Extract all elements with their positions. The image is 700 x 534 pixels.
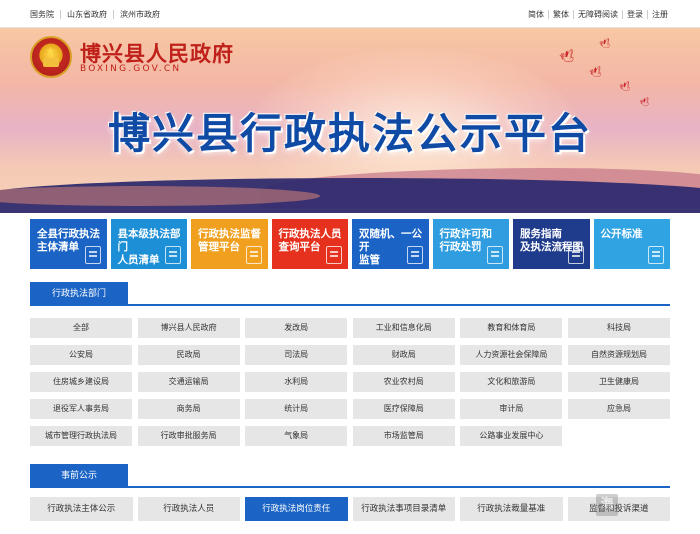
edit-icon <box>487 246 503 264</box>
dept-item[interactable]: 财政局 <box>352 345 455 365</box>
dept-item[interactable]: 全部 <box>30 318 132 338</box>
dept-item[interactable]: 审计局 <box>460 399 563 419</box>
site-domain: BOXING.GOV.CN <box>80 64 182 74</box>
tile-staff-query[interactable]: 行政执法人员 查询平台 <box>271 219 348 269</box>
public-tab[interactable]: 行政执法人员 <box>137 497 240 521</box>
search-document-icon <box>326 246 342 264</box>
tile-enforcement-subjects[interactable]: 全县行政执法 主体清单 <box>30 219 107 269</box>
watermark-logo: 海 <box>596 494 660 518</box>
dept-item[interactable]: 自然资源规划局 <box>567 345 670 365</box>
flowchart-icon <box>567 246 584 264</box>
tile-random-inspection[interactable]: 双随机、一公开 监管 <box>352 219 429 269</box>
dept-item[interactable]: 气象局 <box>245 426 348 446</box>
link-accessibility[interactable]: 无障碍阅读 <box>573 10 622 19</box>
public-section-title: 事前公示 <box>30 464 128 488</box>
dept-item[interactable]: 公路事业发展中心 <box>460 426 563 446</box>
national-emblem-icon: ★ <box>30 36 72 78</box>
top-left-links: 国务院 山东省政府 滨州市政府 <box>30 10 166 19</box>
dept-item[interactable]: 退役军人事务局 <box>30 399 132 419</box>
dept-item[interactable]: 交通运输局 <box>137 372 240 392</box>
dept-item[interactable]: 公安局 <box>30 345 132 365</box>
top-bar: 国务院 山东省政府 滨州市政府 简体 繁体 无障碍阅读 登录 注册 <box>0 0 700 28</box>
layers-icon <box>406 246 423 264</box>
tile-service-guide[interactable]: 服务指南 及执法流程图 <box>513 219 590 269</box>
dept-item[interactable]: 市场监管局 <box>352 426 455 446</box>
public-section-header: 事前公示 <box>30 464 670 488</box>
dept-item[interactable]: 司法局 <box>245 345 348 365</box>
dept-item[interactable]: 应急局 <box>567 399 670 419</box>
dept-item[interactable]: 工业和信息化局 <box>352 318 455 338</box>
document-icon <box>165 246 181 264</box>
tile-label: 公开标准 <box>600 228 643 240</box>
dept-item[interactable]: 商务局 <box>137 399 240 419</box>
top-right-links: 简体 繁体 无障碍阅读 登录 注册 <box>524 10 672 19</box>
tile-disclosure-standard[interactable]: 公开标准 <box>593 219 670 269</box>
document-icon <box>84 246 101 264</box>
dept-item[interactable]: 城市管理行政执法局 <box>30 426 132 446</box>
dept-item[interactable]: 科技局 <box>567 318 670 338</box>
monitor-icon <box>245 246 262 264</box>
public-tab[interactable]: 行政执法岗位责任 <box>245 497 348 521</box>
dept-item[interactable]: 博兴县人民政府 <box>137 318 240 338</box>
dept-item[interactable]: 统计局 <box>245 399 348 419</box>
dept-section-header: 行政执法部门 <box>30 282 670 306</box>
tile-supervision-platform[interactable]: 行政执法监督 管理平台 <box>191 219 268 269</box>
public-tab[interactable]: 行政执法事项目录清单 <box>352 497 455 521</box>
watermark-char: 海 <box>596 494 618 516</box>
link-simplified[interactable]: 简体 <box>524 10 548 19</box>
dept-item[interactable]: 卫生健康局 <box>567 372 670 392</box>
bird-icon: 🕊 <box>618 81 633 95</box>
dept-item[interactable]: 医疗保障局 <box>352 399 455 419</box>
dept-section-title: 行政执法部门 <box>30 282 128 306</box>
header-banner: ★ 博兴县人民政府 BOXING.GOV.CN 博兴县行政执法公示平台 🕊 🕊 … <box>0 28 700 213</box>
link-binzhou-gov[interactable]: 滨州市政府 <box>113 10 166 19</box>
dept-item[interactable]: 文化和旅游局 <box>460 372 563 392</box>
public-tabs: 行政执法主体公示 行政执法人员 行政执法岗位责任 行政执法事项目录清单 行政执法裁量基准… <box>30 497 670 521</box>
dept-item[interactable]: 水利局 <box>245 372 348 392</box>
dept-item[interactable]: 人力资源社会保障局 <box>460 345 563 365</box>
dept-grid: 全部 博兴县人民政府 发改局 工业和信息化局 教育和体育局 科技局公安局 民政局 司法局 财政局… <box>30 318 670 446</box>
bird-icon: 🕊 <box>588 66 605 81</box>
tile-license-penalty[interactable]: 行政许可和 行政处罚 <box>432 219 509 269</box>
tile-label: 行政许可和 行政处罚 <box>439 228 493 253</box>
dept-item[interactable]: 发改局 <box>245 318 348 338</box>
dept-item[interactable]: 教育和体育局 <box>460 318 563 338</box>
link-register[interactable]: 注册 <box>647 10 672 19</box>
link-traditional[interactable]: 繁体 <box>548 10 573 19</box>
page-title: 博兴县行政执法公示平台 <box>107 109 592 158</box>
public-tab[interactable]: 行政执法主体公示 <box>30 497 133 521</box>
link-shandong-gov[interactable]: 山东省政府 <box>60 10 113 19</box>
tile-department-staff[interactable]: 县本级执法部门 人员清单 <box>110 219 187 269</box>
dept-item[interactable]: 民政局 <box>137 345 240 365</box>
dept-item[interactable]: 行政审批服务局 <box>137 426 240 446</box>
link-state-council[interactable]: 国务院 <box>30 10 60 19</box>
dept-item[interactable]: 住房城乡建设局 <box>30 372 132 392</box>
link-login[interactable]: 登录 <box>622 10 647 19</box>
bird-icon: 🕊 <box>598 38 613 52</box>
public-tab[interactable]: 行政执法裁量基准 <box>460 497 563 521</box>
quick-tiles: 全县行政执法 主体清单 县本级执法部门 人员清单 行政执法监督 管理平台 行政执法人员… <box>30 219 670 269</box>
document-icon <box>648 246 664 264</box>
bird-icon: 🕊 <box>558 47 578 67</box>
dept-item[interactable]: 农业农村局 <box>352 372 455 392</box>
